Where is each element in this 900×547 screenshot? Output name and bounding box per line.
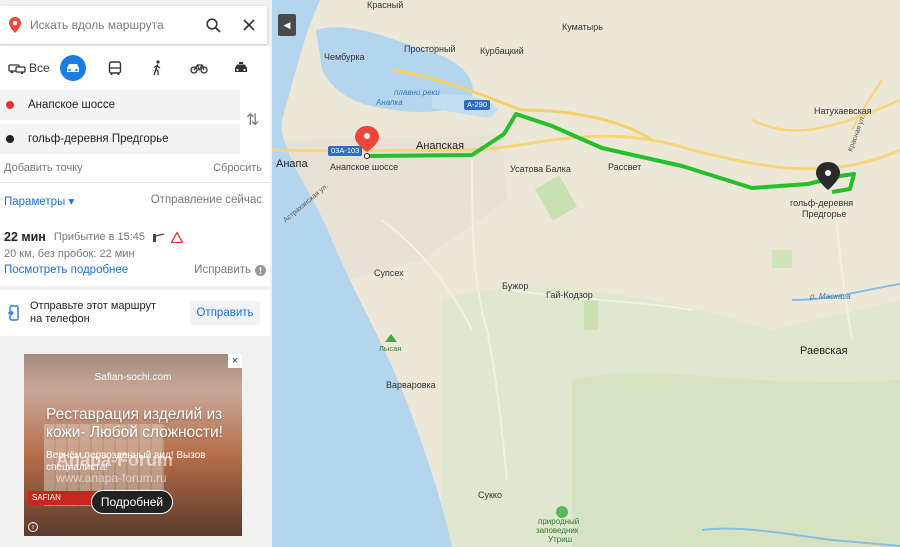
route-point-from-text: Анапское шоссе (28, 99, 116, 111)
params-bar: Параметры ▾ Отправление сейчас (0, 183, 270, 216)
map-label: Чембурка (324, 52, 365, 62)
route-end-label: гольф-деревня (790, 198, 854, 208)
map-label: р. Маскага (810, 292, 851, 301)
mode-taxi-button[interactable] (220, 53, 262, 83)
departure-time-link[interactable]: Отправление сейчас (151, 194, 262, 208)
map-view[interactable]: Красный Чембурка Просторный Курбацкий Ку… (272, 0, 900, 547)
phone-icon (0, 305, 28, 321)
map-label: Рассвет (608, 162, 642, 172)
report-error-link[interactable]: Исправить (194, 264, 266, 276)
car-icon (67, 64, 79, 72)
collapse-panel-button[interactable]: ◀ (278, 14, 296, 36)
route-summary: 20 км, без пробок: 22 мин (4, 248, 135, 260)
mode-bicycle-button[interactable] (178, 53, 220, 83)
map-label: Супсех (374, 268, 404, 278)
search-icon[interactable] (195, 6, 231, 44)
map-label: Красный (367, 0, 404, 10)
map-label: Варваровка (386, 380, 436, 390)
send-to-phone: Отправьте этот маршрут на телефон Отправ… (0, 290, 270, 336)
map-label: Гай-Кодзор (546, 290, 593, 300)
warning-icon (171, 231, 184, 243)
map-label: Лысая (379, 344, 402, 353)
mode-bus-button[interactable] (94, 53, 136, 83)
ad-more-button[interactable]: Подробней (91, 490, 173, 514)
params-dropdown[interactable]: Параметры ▾ (4, 194, 74, 208)
destination-dot-icon (6, 135, 14, 143)
origin-dot-icon (6, 101, 14, 109)
send-text-line2: на телефон (30, 313, 90, 325)
route-duration: 22 мин (4, 230, 46, 244)
send-text-line1: Отправьте этот маршрут (30, 300, 157, 312)
route-point-to-text: гольф-деревня Предгорье (28, 133, 169, 145)
map-canvas[interactable] (272, 0, 900, 547)
arrival-time: Прибытие в 15:45 (53, 231, 146, 243)
route-option[interactable]: 22 мин Прибытие в 15:45 20 км, без пробо… (0, 218, 270, 286)
map-label: Анапская (416, 140, 465, 152)
route-search-bar (0, 6, 267, 44)
ad-close-icon[interactable]: × (228, 354, 242, 368)
ad-domain: Safian-sochi.com (94, 372, 172, 383)
map-label: Анапа (276, 158, 308, 170)
toll-road-icon (153, 233, 165, 242)
route-details-link[interactable]: Посмотреть подробнее (4, 264, 128, 276)
road-shield: 03А-103 (328, 146, 363, 156)
route-sidebar: Все Анапское шоссе гольф-деревн (0, 0, 272, 547)
road-shield: А-290 (464, 100, 491, 110)
bicycle-icon (190, 64, 208, 74)
ad-subtext: Вернём первозданный вид! Вызов специалис… (46, 450, 206, 473)
close-icon[interactable] (231, 6, 267, 44)
map-label: плавни реки (394, 88, 440, 97)
send-button[interactable]: Отправить (190, 301, 260, 325)
pedestrian-icon (153, 60, 161, 76)
mode-all-label: Все (29, 61, 50, 75)
route-end-label: Предгорье (802, 209, 847, 219)
mode-walk-button[interactable] (136, 53, 178, 83)
map-label: Утриш (548, 535, 573, 544)
advertisement-banner[interactable]: SAFIAN Safian-sochi.com Реставрация изде… (24, 354, 242, 536)
mode-all-button[interactable]: Все (4, 53, 52, 83)
route-point-from[interactable]: Анапское шоссе (0, 90, 240, 120)
map-label: Анапка (376, 98, 403, 107)
route-search-input[interactable] (30, 18, 195, 32)
map-label: Раевская (800, 345, 848, 357)
swap-points-icon[interactable]: ⇅ (246, 110, 259, 130)
route-start-label: Анапское шоссе (330, 162, 399, 172)
map-label: Бужор (502, 281, 529, 291)
report-error-label: Исправить (194, 264, 251, 276)
add-point-link[interactable]: Добавить точку (4, 162, 83, 174)
map-label: заповедник (536, 526, 579, 535)
ad-headline: Реставрация изделий из кожи- Любой сложн… (46, 406, 223, 441)
location-pin-icon (0, 17, 30, 33)
bus-icon (108, 60, 122, 75)
map-label: Просторный (404, 44, 456, 54)
taxi-icon (235, 62, 247, 72)
map-label: Усатова Балка (510, 164, 571, 174)
map-label: природный (538, 517, 580, 526)
map-label: Сукко (478, 490, 502, 500)
transport-modes: Все (0, 46, 270, 90)
ad-info-icon[interactable]: i (28, 522, 38, 532)
mode-car-button[interactable] (52, 53, 94, 83)
route-point-to[interactable]: гольф-деревня Предгорье (0, 124, 240, 154)
vehicles-icon (8, 64, 26, 74)
info-icon (255, 264, 266, 276)
map-label: Курбацкий (480, 46, 524, 56)
map-label: Куматырь (562, 22, 603, 32)
reset-link[interactable]: Сбросить (213, 162, 262, 174)
